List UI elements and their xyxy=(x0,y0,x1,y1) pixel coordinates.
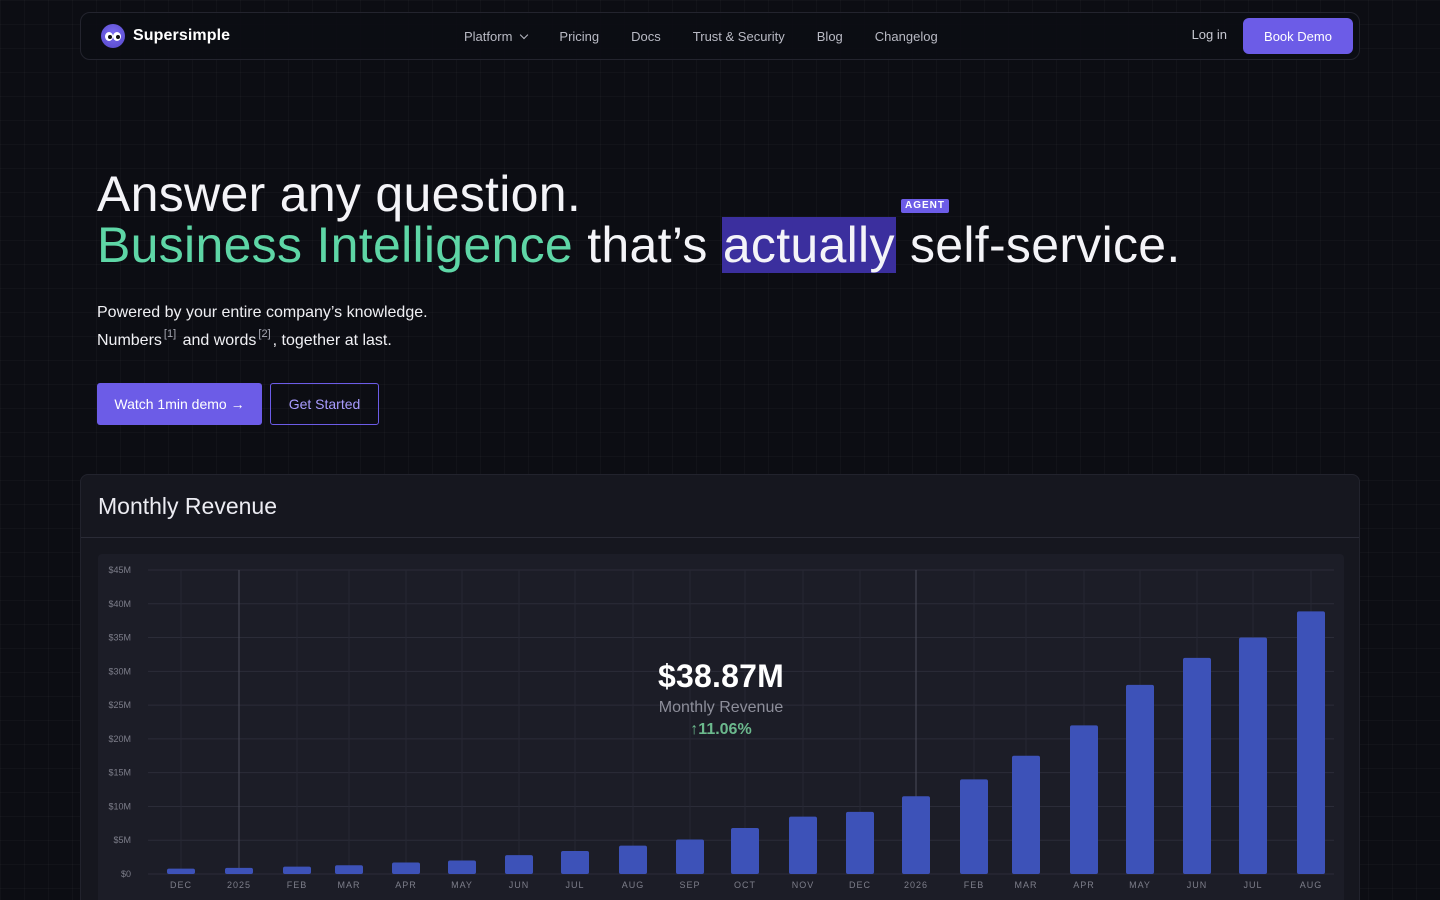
bar xyxy=(960,779,988,874)
card-title: Monthly Revenue xyxy=(98,493,277,519)
sub-text: , together at last. xyxy=(272,332,392,349)
brand-name: Supersimple xyxy=(133,27,231,44)
y-tick-label: $20M xyxy=(108,734,131,744)
x-tick-label: JUL xyxy=(565,880,584,890)
y-tick-label: $10M xyxy=(108,801,131,811)
kpi-delta: ↑11.06% xyxy=(690,721,752,738)
y-tick-label: $0 xyxy=(121,869,131,879)
top-nav: Supersimple Platform Pricing Docs Trust … xyxy=(80,12,1360,60)
bar xyxy=(789,816,817,874)
bar xyxy=(1239,637,1267,874)
bar xyxy=(1126,684,1154,874)
hero-highlight-text: actually xyxy=(721,217,896,273)
hero-title-line2: Business Intelligence that’s actually se… xyxy=(97,216,1181,274)
x-tick-label: SEP xyxy=(679,880,700,890)
bar xyxy=(902,796,930,874)
nav-item-changelog[interactable]: Changelog xyxy=(875,29,938,44)
brand[interactable]: Supersimple xyxy=(101,24,230,48)
hero-title-line1: Answer any question. xyxy=(97,166,582,222)
card-divider xyxy=(81,537,1359,538)
nav-item-trust-security[interactable]: Trust & Security xyxy=(693,29,785,44)
bar xyxy=(335,865,363,874)
x-tick-label: APR xyxy=(395,880,417,890)
bar xyxy=(561,851,589,874)
sub-text: Numbers xyxy=(97,332,162,349)
get-started-button[interactable]: Get Started xyxy=(270,383,379,425)
x-tick-label: FEB xyxy=(964,880,985,890)
footnote-ref-1[interactable]: [1] xyxy=(164,328,176,340)
x-tick-label: MAY xyxy=(451,880,473,890)
sub-text: and words xyxy=(178,332,257,349)
bar xyxy=(731,828,759,874)
x-tick-label: 2026 xyxy=(904,880,928,890)
bar xyxy=(1012,755,1040,874)
login-link[interactable]: Log in xyxy=(1192,27,1227,42)
book-demo-button[interactable]: Book Demo xyxy=(1243,18,1353,54)
x-tick-label: JUL xyxy=(1243,880,1262,890)
x-tick-label: JUN xyxy=(1187,880,1208,890)
bar xyxy=(846,811,874,874)
hero-mid-text: that’s xyxy=(573,217,722,273)
kpi-value: $38.87M xyxy=(658,658,784,694)
bar xyxy=(619,845,647,874)
y-tick-label: $15M xyxy=(108,768,131,778)
bar xyxy=(448,860,476,874)
kpi-label: Monthly Revenue xyxy=(658,699,784,716)
nav-menu: Platform Pricing Docs Trust & Security B… xyxy=(464,13,970,59)
x-tick-label: MAR xyxy=(338,880,361,890)
x-tick-label: APR xyxy=(1073,880,1095,890)
x-tick-label: DEC xyxy=(170,880,192,890)
nav-item-platform[interactable]: Platform xyxy=(464,28,529,44)
hero-end-text: self-service. xyxy=(895,217,1181,273)
bar xyxy=(505,855,533,874)
x-tick-label: MAY xyxy=(1129,880,1151,890)
revenue-card: Monthly Revenue $0 $5M $10M $15M $20M $25M $30… xyxy=(80,474,1360,900)
hero-green-text: Business Intelligence xyxy=(97,217,574,273)
x-tick-label: FEB xyxy=(287,880,308,890)
x-tick-label: JUN xyxy=(509,880,530,890)
agent-badge: AGENT xyxy=(901,199,949,213)
chevron-down-icon xyxy=(520,30,529,39)
nav-item-docs[interactable]: Docs xyxy=(631,29,661,44)
hero-subtitle-line1: Powered by your entire company’s knowled… xyxy=(97,304,428,321)
kpi-overlay: $38.87M Monthly Revenue ↑11.06% xyxy=(652,658,790,739)
brand-logo-icon xyxy=(101,24,125,48)
x-tick-label: OCT xyxy=(734,880,756,890)
bar xyxy=(1297,611,1325,874)
watch-demo-button[interactable]: Watch 1min demo → xyxy=(97,383,262,425)
bar xyxy=(167,868,195,874)
x-tick-label: AUG xyxy=(622,880,645,890)
x-tick-label: AUG xyxy=(1300,880,1323,890)
bar xyxy=(283,866,311,874)
nav-item-pricing[interactable]: Pricing xyxy=(559,29,599,44)
y-tick-label: $40M xyxy=(108,599,131,609)
nav-item-label: Platform xyxy=(464,28,513,44)
bar xyxy=(1070,725,1098,874)
y-tick-label: $35M xyxy=(108,633,131,643)
bar xyxy=(392,862,420,874)
nav-item-blog[interactable]: Blog xyxy=(817,29,843,44)
y-tick-label: $45M xyxy=(108,565,131,575)
y-tick-label: $25M xyxy=(108,700,131,710)
footnote-ref-2[interactable]: [2] xyxy=(258,328,270,340)
hero-subtitle-line2: Numbers [1] and words [2], together at las… xyxy=(97,328,392,350)
x-tick-label: MAR xyxy=(1015,880,1038,890)
y-tick-label: $5M xyxy=(113,835,131,845)
x-tick-label: DEC xyxy=(849,880,871,890)
x-tick-label: NOV xyxy=(792,880,815,890)
bar xyxy=(676,839,704,874)
revenue-chart: $0 $5M $10M $15M $20M $25M $30M $35M $40M $45M DEC… xyxy=(98,554,1344,900)
bar xyxy=(225,867,253,874)
bar xyxy=(1183,657,1211,874)
y-tick-label: $30M xyxy=(108,666,131,676)
x-tick-label: 2025 xyxy=(227,880,251,890)
